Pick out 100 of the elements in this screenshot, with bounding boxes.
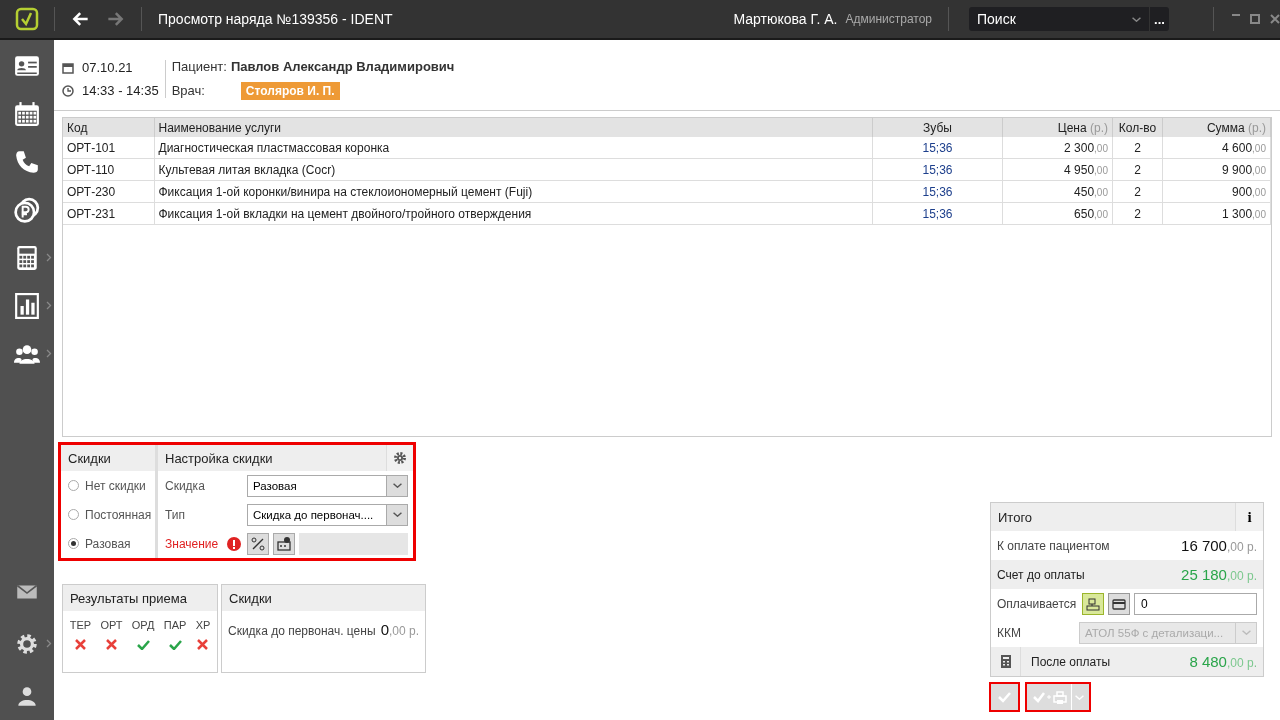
calendar-icon (62, 61, 74, 74)
type-dropdown[interactable]: Скидка до первонач.... (247, 503, 408, 526)
column-header: Цена (р.) (1002, 118, 1113, 137)
chevron-down-icon (1241, 630, 1251, 635)
chevron-down-icon (1132, 16, 1141, 22)
value-label: Значение (165, 536, 220, 551)
quantity-cell: 2 (1112, 202, 1163, 225)
to-pay-label: К оплате пациентом (997, 538, 1110, 553)
service-cell: Диагностическая пластмассовая коронка (154, 137, 873, 159)
chevron-icon (46, 253, 52, 262)
price-cell: 650,00 (1002, 202, 1113, 225)
visit-time: 14:33 - 14:35 (82, 83, 159, 98)
chevron-down-icon (1074, 694, 1084, 700)
search-field[interactable]: Поиск (969, 7, 1149, 31)
after-payment-amount: 8 480,00 р. (1189, 653, 1258, 670)
result-label: ОРД (131, 619, 155, 631)
sum-cell: 4 600,00 (1162, 137, 1271, 159)
teeth-cell: 15;36 (872, 158, 1003, 181)
code-cell: ОРТ-230 (63, 180, 154, 203)
bar-chart-icon (14, 293, 40, 319)
banknote-icon (276, 535, 292, 552)
visit-date: 07.10.21 (82, 60, 133, 75)
patient-label: Пациент: (171, 58, 227, 74)
code-cell: ОРТ-231 (63, 202, 154, 225)
radio-option[interactable]: Разовая (61, 529, 155, 558)
column-header: Наименование услуги (154, 118, 873, 137)
panel-title: Итого (998, 509, 1033, 525)
cash-amount-button[interactable] (273, 532, 295, 555)
value-field[interactable] (299, 532, 408, 555)
column-header: Кол-во (1112, 118, 1163, 137)
doctor-tag: Столяров И. П. (240, 81, 340, 100)
discount-dropdown[interactable]: Разовая (247, 474, 408, 497)
price-cell: 4 950,00 (1002, 158, 1113, 181)
quantity-cell: 2 (1112, 137, 1163, 159)
panel-title: Скидки (61, 445, 155, 471)
result-label: ТЕР (69, 619, 92, 631)
percent-button[interactable] (247, 532, 269, 555)
panel-title: Результаты приема (63, 585, 217, 611)
bill-label: Счет до оплаты (997, 567, 1085, 582)
coins-icon (14, 197, 40, 223)
quantity-cell: 2 (1112, 158, 1163, 181)
card-button[interactable] (1108, 592, 1130, 615)
phone-icon (14, 149, 40, 175)
sum-cell: 900,00 (1162, 180, 1271, 203)
price-cell: 450,00 (1002, 180, 1113, 203)
window-title: Просмотр наряда №139356 - IDENT (157, 11, 394, 27)
paying-label: Оплачивается (997, 596, 1077, 611)
bill-amount: 25 180,00 р. (1181, 566, 1257, 583)
close-icon (1270, 14, 1280, 24)
after-payment-label: После оплаты (1030, 654, 1111, 669)
more-button[interactable]: ... (1149, 7, 1169, 31)
cash-register-icon (1085, 595, 1101, 612)
teeth-cell: 15;36 (872, 180, 1003, 203)
column-header: Зубы (872, 118, 1003, 137)
type-label: Тип (165, 507, 186, 522)
column-header: Код (63, 118, 154, 137)
chevron-icon (46, 301, 52, 310)
column-header: Сумма (р.) (1162, 118, 1271, 137)
check-icon (997, 690, 1012, 704)
user-name: Мартюкова Г. А. (733, 11, 838, 27)
code-cell: ОРТ-101 (63, 137, 154, 159)
maximize-icon (1250, 14, 1260, 24)
discount-name: Скидка до первонач. цены (228, 624, 376, 638)
result-label: ОРТ (100, 619, 123, 631)
doctor-label: Врач: (171, 83, 205, 98)
minimize-icon (1232, 14, 1240, 16)
chevron-icon (46, 349, 52, 358)
discount-label: Скидка (165, 478, 206, 493)
panel-title: Настройка скидки (165, 450, 273, 466)
price-cell: 2 300,00 (1002, 137, 1113, 159)
settings-icon (14, 631, 40, 657)
to-pay-amount: 16 700,00 р. (1181, 537, 1257, 554)
calendar-icon (14, 101, 40, 127)
quantity-cell: 2 (1112, 180, 1163, 203)
cash-register-button[interactable] (1082, 592, 1104, 615)
discount-amount: 0,00 р. (380, 621, 419, 638)
result-label: ПАР (163, 619, 187, 631)
percent-icon (250, 535, 266, 552)
code-cell: ОРТ-110 (63, 158, 154, 181)
patient-name: Павлов Александр Владимирович (230, 58, 455, 74)
panel-title: Скидки (222, 585, 425, 611)
user-role: Администратор (845, 12, 932, 26)
amount-field[interactable]: 0 (1134, 592, 1257, 615)
checkmark-logo-icon (15, 7, 39, 31)
chevron-icon (46, 639, 52, 648)
kkm-label: ККМ (997, 625, 1021, 640)
radio-option[interactable]: Постоянная (61, 500, 155, 529)
sum-cell: 9 900,00 (1162, 158, 1271, 181)
teeth-cell: 15;36 (872, 202, 1003, 225)
error-icon (227, 536, 241, 551)
radio-option[interactable]: Нет скидки (61, 471, 155, 500)
service-cell: Фиксация 1-ой вкладки на цемент двойного/тройного отверждения (154, 202, 873, 225)
calculator-icon (14, 245, 40, 271)
service-cell: Фиксация 1-ой коронки/винира на стеклоиономерный цемент (Fuji) (154, 180, 873, 203)
teeth-cell: 15;36 (872, 137, 1003, 159)
result-label: ХР (195, 619, 211, 631)
calculator-icon (998, 654, 1013, 669)
chevron-down-icon (392, 512, 402, 517)
check-plus-printer-icon (1032, 689, 1067, 705)
service-cell: Культевая литая вкладка (Cocr) (154, 158, 873, 181)
